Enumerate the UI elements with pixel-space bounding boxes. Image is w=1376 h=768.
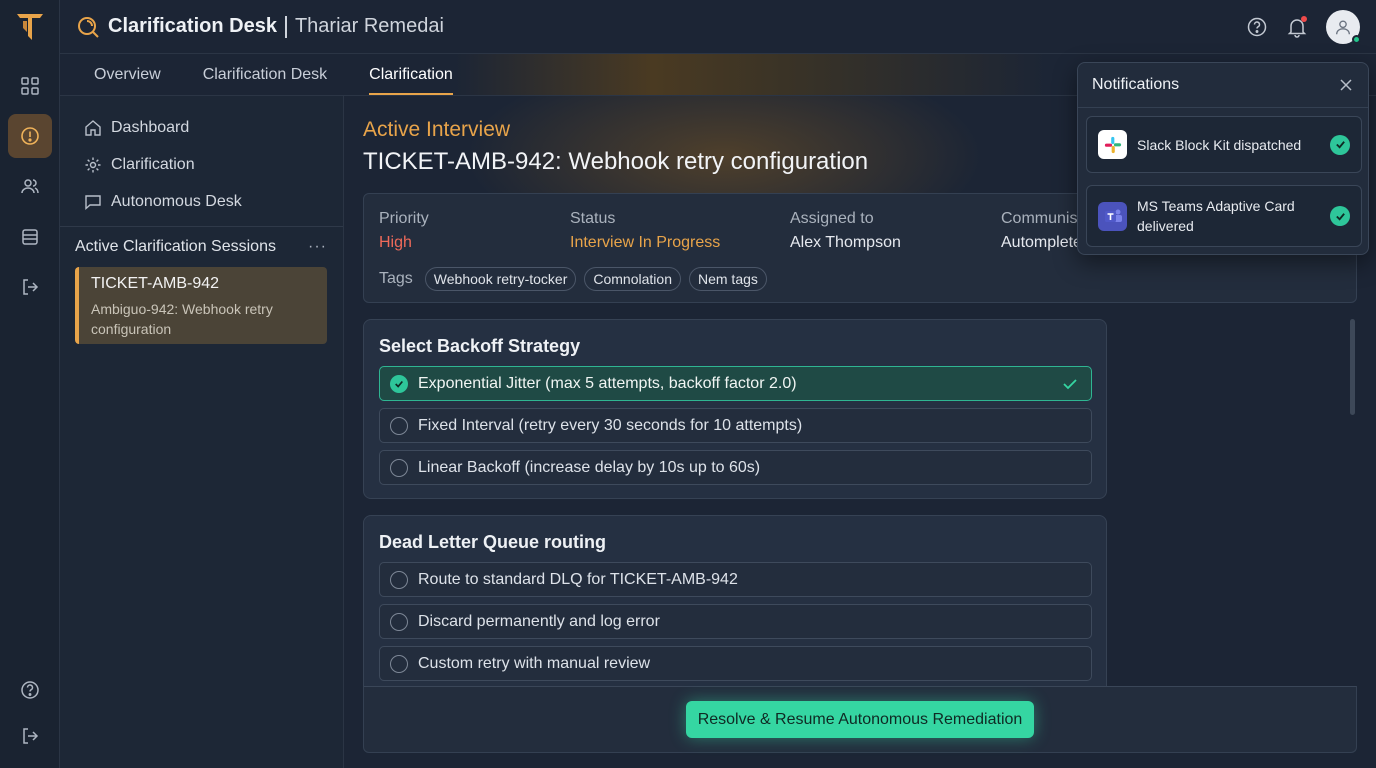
user-icon	[1336, 19, 1350, 34]
tab-clarification[interactable]: Clarification	[348, 54, 474, 95]
radio-icon	[390, 458, 408, 477]
radio-icon	[390, 654, 408, 673]
assigned-label: Assigned to	[790, 210, 874, 227]
priority-label: Priority	[379, 210, 429, 227]
option-label: Route to standard DLQ for TICKET-AMB-942	[418, 570, 738, 588]
status-field: Status Interview In Progress	[570, 210, 720, 252]
communication-field: Communist Automplete	[1001, 210, 1082, 252]
users-icon[interactable]	[8, 164, 52, 208]
communication-label: Communist	[1001, 210, 1082, 227]
help-icon[interactable]	[1246, 16, 1268, 38]
resolve-resume-button[interactable]: Resolve & Resume Autonomous Remediation	[686, 701, 1034, 738]
dlq-routing-card: Dead Letter Queue routing Route to stand…	[363, 515, 1107, 705]
tag-chip[interactable]: Comnolation	[584, 267, 681, 291]
interview-kicker: Active Interview	[363, 118, 511, 141]
sessions-header: Active Clarification Sessions ···	[60, 227, 343, 267]
tab-overview[interactable]: Overview	[60, 54, 182, 95]
archive-icon[interactable]	[8, 215, 52, 259]
notifications-header: Notifications	[1078, 63, 1368, 108]
sessions-title: Active Clarification Sessions	[75, 238, 276, 255]
session-id: TICKET-AMB-942	[91, 275, 220, 292]
radio-checked-icon	[390, 374, 408, 393]
teams-icon	[1098, 201, 1127, 231]
backoff-option-linear[interactable]: Linear Backoff (increase delay by 10s up…	[379, 450, 1092, 485]
brand-logo-icon	[17, 14, 43, 40]
bell-icon[interactable]	[1286, 15, 1308, 38]
tab-clarification-desk[interactable]: Clarification Desk	[182, 54, 348, 95]
dlq-option-custom[interactable]: Custom retry with manual review	[379, 646, 1092, 681]
notification-slack[interactable]: Slack Block Kit dispatched	[1086, 116, 1362, 173]
sidebar-item-dashboard[interactable]: Dashboard	[60, 109, 343, 146]
top-header: Clarification Desk Thariar Remedai	[60, 0, 1376, 54]
radio-icon	[390, 416, 408, 435]
notifications-panel: Notifications Slack Block Kit dispatched	[1077, 62, 1369, 255]
priority-field: Priority High	[379, 210, 429, 252]
scrollbar[interactable]	[1350, 319, 1355, 415]
status-value: Interview In Progress	[570, 234, 721, 251]
page-title: TICKET-AMB-942: Webhook retry configurat…	[363, 148, 869, 175]
dlq-option-standard[interactable]: Route to standard DLQ for TICKET-AMB-942	[379, 562, 1092, 597]
session-card[interactable]: TICKET-AMB-942 Ambiguo-942: Webhook retr…	[75, 267, 327, 344]
backoff-option-fixed[interactable]: Fixed Interval (retry every 30 seconds f…	[379, 408, 1092, 443]
dlq-routing-title: Dead Letter Queue routing	[379, 532, 607, 552]
slack-icon	[1098, 130, 1127, 159]
backoff-strategy-card: Select Backoff Strategy Exponential Jitt…	[363, 319, 1107, 499]
gear-icon	[85, 157, 101, 172]
search-target-icon	[78, 16, 99, 38]
option-label: Discard permanently and log error	[418, 612, 660, 630]
check-circle-icon	[1330, 206, 1350, 226]
radio-icon	[390, 612, 408, 631]
backoff-option-exponential[interactable]: Exponential Jitter (max 5 attempts, back…	[379, 366, 1092, 401]
title-divider	[284, 15, 287, 38]
action-footer: Resolve & Resume Autonomous Remediation	[363, 686, 1357, 753]
online-status-dot	[1352, 34, 1361, 44]
tags-row: Tags Webhook retry-tocker Comnolation Ne…	[379, 267, 767, 291]
grid-icon[interactable]	[8, 64, 52, 108]
tag-chip[interactable]: Webhook retry-tocker	[424, 267, 577, 291]
option-label: Custom retry with manual review	[418, 654, 651, 672]
sidebar-item-clarification[interactable]: Clarification	[60, 146, 343, 183]
sidebar-item-label: Autonomous Desk	[111, 192, 242, 210]
assigned-field: Assigned to Alex Thompson	[790, 210, 901, 252]
notification-text: Slack Block Kit dispatched	[1137, 136, 1302, 153]
tag-chip[interactable]: Nem tags	[688, 267, 767, 291]
notifications-title: Notifications	[1092, 76, 1180, 93]
dlq-option-discard[interactable]: Discard permanently and log error	[379, 604, 1092, 639]
check-icon	[1063, 378, 1077, 389]
communication-value: Automplete	[1001, 234, 1082, 251]
backoff-strategy-title: Select Backoff Strategy	[379, 336, 581, 356]
org-name: Thariar Remedai	[294, 15, 444, 37]
notification-dot	[1301, 15, 1307, 22]
close-icon[interactable]	[1338, 77, 1354, 93]
sidebar: Dashboard Clarification Autonomous Desk …	[60, 96, 344, 768]
notification-text: MS Teams Adaptive Card delivered	[1137, 198, 1295, 234]
alert-icon[interactable]	[8, 114, 52, 158]
sidebar-item-label: Dashboard	[111, 118, 190, 136]
session-description: Ambiguo-942: Webhook retry configuration	[91, 301, 273, 337]
assigned-value: Alex Thompson	[790, 234, 901, 251]
signout-icon[interactable]	[8, 714, 52, 758]
sidebar-nav: Dashboard Clarification Autonomous Desk	[60, 96, 343, 227]
tags-label: Tags	[379, 270, 413, 287]
home-icon	[85, 119, 101, 136]
more-options-icon[interactable]: ···	[308, 238, 327, 256]
option-label: Linear Backoff (increase delay by 10s up…	[418, 458, 761, 476]
app-title: Clarification Desk	[108, 15, 277, 37]
sidebar-item-label: Clarification	[111, 155, 195, 173]
icon-rail	[0, 0, 60, 768]
option-label: Exponential Jitter (max 5 attempts, back…	[418, 374, 797, 392]
radio-icon	[390, 570, 408, 589]
avatar[interactable]	[1326, 9, 1361, 44]
logout-icon[interactable]	[8, 265, 52, 309]
priority-value: High	[379, 234, 412, 251]
notification-teams[interactable]: MS Teams Adaptive Card delivered	[1086, 185, 1362, 247]
status-label: Status	[570, 210, 616, 227]
help-icon[interactable]	[8, 668, 52, 712]
check-circle-icon	[1330, 134, 1350, 155]
option-label: Fixed Interval (retry every 30 seconds f…	[418, 416, 803, 434]
sidebar-item-autonomous-desk[interactable]: Autonomous Desk	[60, 183, 343, 220]
chat-icon	[85, 194, 101, 210]
